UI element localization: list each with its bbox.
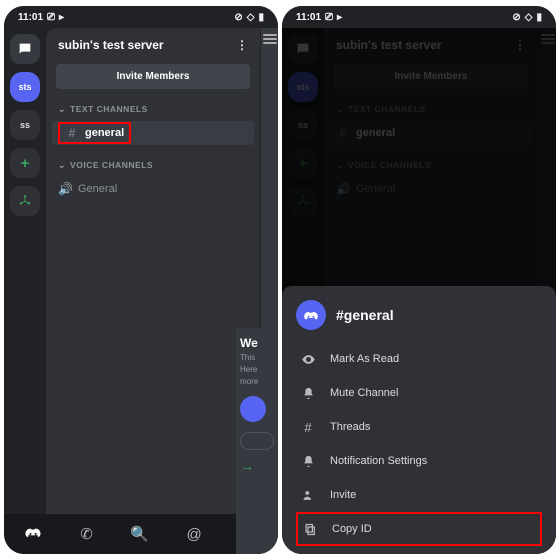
chat-preview: We This Here more → xyxy=(236,328,278,554)
channel-avatar xyxy=(296,300,326,330)
server-bar: sts ss + xyxy=(4,28,46,514)
copy-icon xyxy=(302,521,318,537)
server-sts[interactable]: sts xyxy=(10,72,40,102)
chat-icon xyxy=(17,41,33,57)
discord-home-icon[interactable] xyxy=(23,522,43,546)
eye-icon xyxy=(300,351,316,367)
option-label: Mute Channel xyxy=(330,387,399,399)
option-mute[interactable]: Mute Channel xyxy=(296,376,542,410)
bell-off-icon: ⊘ xyxy=(512,12,520,23)
wifi-icon: ◇ xyxy=(247,12,255,23)
status-bar: 11:01 ⎚ ▸ ⊘ ◇ ▮ xyxy=(4,6,278,28)
discord-icon xyxy=(302,306,320,324)
option-invite[interactable]: Invite xyxy=(296,478,542,512)
sheet-header: #general xyxy=(296,300,542,330)
option-label: Invite xyxy=(330,489,356,501)
avatar xyxy=(240,396,266,422)
battery-icon: ▮ xyxy=(258,12,264,23)
option-notifications[interactable]: Notification Settings xyxy=(296,444,542,478)
cast-icon: ⎚ xyxy=(47,12,55,23)
phone-right: 11:01 ⎚ ▸ ⊘ ◇ ▮ sts ss + subin's test se… xyxy=(282,6,556,554)
welcome-sub: more xyxy=(240,377,274,386)
server-header[interactable]: subin's test server ⋮ xyxy=(46,28,260,58)
cast-icon: ⎚ xyxy=(325,12,333,23)
add-server-button[interactable]: + xyxy=(10,148,40,178)
voice-channels-section[interactable]: ⌄ VOICE CHANNELS xyxy=(46,155,260,175)
hash-icon: # xyxy=(65,126,79,140)
channel-label: general xyxy=(85,127,124,139)
youtube-icon: ▸ xyxy=(59,12,64,23)
mentions-icon[interactable]: @ xyxy=(187,526,202,543)
voice-channel-label: General xyxy=(78,183,117,195)
welcome-title: We xyxy=(240,336,274,350)
option-mark-read[interactable]: Mark As Read xyxy=(296,342,542,376)
option-copy-id[interactable]: Copy ID xyxy=(296,512,542,546)
action-pill[interactable] xyxy=(240,432,274,450)
option-label: Mark As Read xyxy=(330,353,399,365)
status-time: 11:01 xyxy=(18,12,43,23)
dm-button[interactable] xyxy=(10,34,40,64)
server-ss[interactable]: ss xyxy=(10,110,40,140)
bell-icon xyxy=(300,385,316,401)
option-threads[interactable]: # Threads xyxy=(296,410,542,444)
text-channels-label: TEXT CHANNELS xyxy=(70,104,148,114)
chevron-down-icon: ⌄ xyxy=(58,104,66,115)
server-menu-icon[interactable]: ⋮ xyxy=(236,38,250,52)
channel-list: subin's test server ⋮ Invite Members ⌄ T… xyxy=(46,28,260,514)
sheet-title: #general xyxy=(336,307,394,323)
welcome-sub: This xyxy=(240,353,274,362)
status-time: 11:01 xyxy=(296,12,321,23)
arrow-icon: → xyxy=(240,458,274,474)
channel-general[interactable]: # general xyxy=(52,121,254,145)
text-channels-section[interactable]: ⌄ TEXT CHANNELS xyxy=(46,99,260,119)
speaker-icon: 🔊 xyxy=(58,182,72,196)
wifi-icon: ◇ xyxy=(525,12,533,23)
phone-left: 11:01 ⎚ ▸ ⊘ ◇ ▮ sts ss + subin's test se… xyxy=(4,6,278,554)
friends-icon[interactable]: ✆ xyxy=(80,525,93,543)
search-icon[interactable]: 🔍 xyxy=(130,525,149,543)
user-plus-icon xyxy=(300,487,316,503)
invite-members-button[interactable]: Invite Members xyxy=(56,64,250,89)
voice-channels-label: VOICE CHANNELS xyxy=(70,160,153,170)
status-bar: 11:01 ⎚ ▸ ⊘ ◇ ▮ xyxy=(282,6,556,28)
option-label: Threads xyxy=(330,421,370,433)
battery-icon: ▮ xyxy=(536,12,542,23)
server-title: subin's test server xyxy=(58,38,164,52)
hub-icon xyxy=(18,194,32,208)
option-label: Notification Settings xyxy=(330,455,427,467)
welcome-sub: Here xyxy=(240,365,274,374)
chevron-down-icon: ⌄ xyxy=(58,160,66,171)
discover-button[interactable] xyxy=(10,186,40,216)
bell-off-icon: ⊘ xyxy=(234,12,242,23)
channel-context-menu: #general Mark As Read Mute Channel # Thr… xyxy=(282,286,556,554)
hash-icon: # xyxy=(300,419,316,435)
voice-general[interactable]: 🔊 General xyxy=(52,177,254,201)
option-label: Copy ID xyxy=(332,523,372,535)
bell-icon xyxy=(300,453,316,469)
youtube-icon: ▸ xyxy=(337,12,342,23)
